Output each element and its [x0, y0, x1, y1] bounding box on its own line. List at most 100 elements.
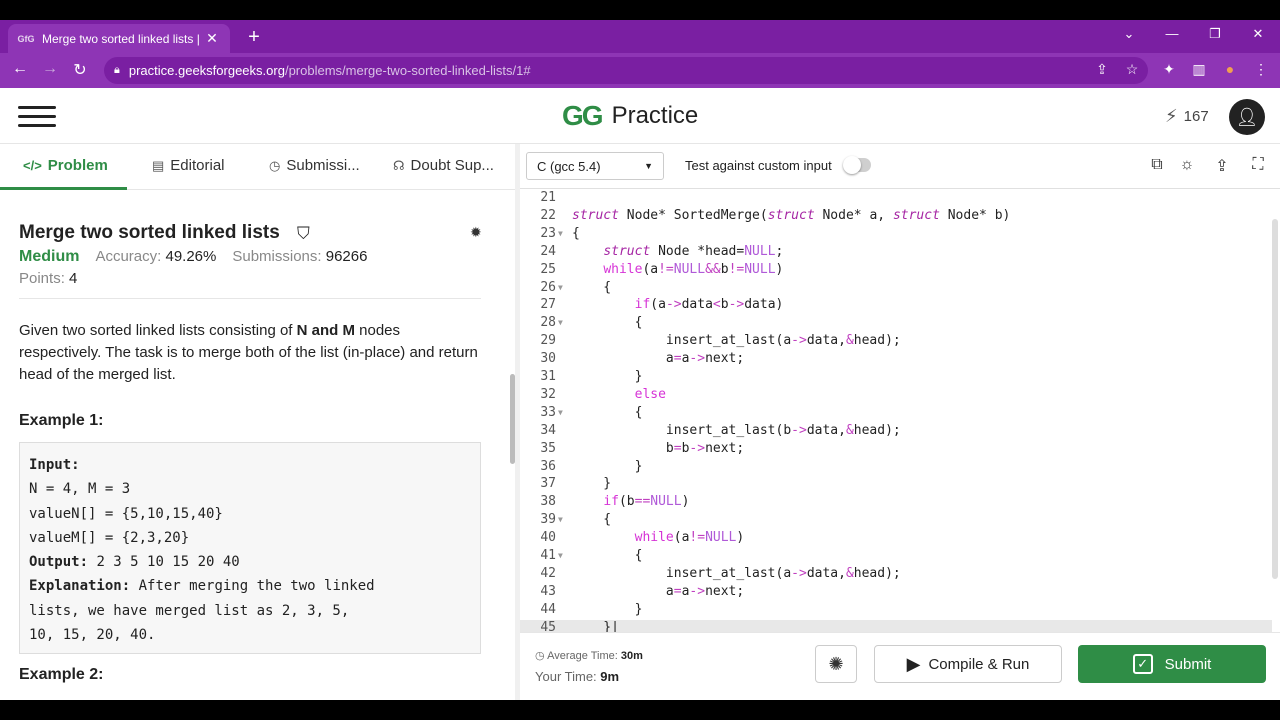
close-tab-icon[interactable]: ✕	[204, 30, 220, 47]
share-icon[interactable]: ⇪	[1092, 61, 1112, 78]
code-text: }|	[572, 619, 619, 632]
line-number: 41	[540, 548, 556, 563]
code-line[interactable]: 27 if(a->data<b->data)	[520, 297, 1272, 315]
custom-input-toggle[interactable]	[843, 156, 871, 174]
report-bug-icon[interactable]: ✹	[470, 224, 482, 241]
hamburger-menu-icon[interactable]	[18, 106, 56, 128]
bookmark-icon[interactable]: ⛉	[297, 224, 310, 244]
line-number: 44	[540, 601, 556, 617]
submit-button[interactable]: ✓ Submit	[1078, 645, 1266, 683]
back-icon[interactable]: ←	[9, 60, 31, 78]
streak-counter[interactable]: ⚡︎ 167	[1165, 106, 1209, 127]
upload-icon[interactable]: ⇪	[1211, 156, 1233, 176]
code-line[interactable]: 23 ▼ {	[520, 226, 1272, 244]
code-text: insert_at_last(b->data,&head);	[572, 422, 901, 438]
browser-tab[interactable]: GfG Merge two sorted linked lists | Pr ✕	[8, 24, 230, 53]
language-select[interactable]: C (gcc 5.4) ▼	[526, 152, 664, 180]
reload-icon[interactable]: ↻	[69, 60, 91, 80]
code-text: while(a!=NULL)	[634, 530, 745, 546]
fold-arrow-icon[interactable]: ▼	[558, 318, 568, 327]
code-line[interactable]: 43 a=a->next;	[520, 584, 1272, 602]
accuracy-value: 49.26%	[165, 248, 217, 265]
letterbox-bottom	[0, 700, 1280, 720]
line-number: 24	[540, 243, 556, 259]
code-line[interactable]: 34 insert_at_last(b->data,&head);	[520, 423, 1272, 441]
fold-arrow-icon[interactable]: ▼	[558, 515, 568, 524]
code-line[interactable]: 32 else	[520, 387, 1272, 405]
code-line[interactable]: 25 while(a!=NULL&&b!=NULL)	[520, 262, 1272, 280]
minimize-icon[interactable]: —	[1160, 26, 1184, 41]
code-line[interactable]: 44 }	[520, 602, 1272, 620]
code-line[interactable]: 26 ▼ {	[520, 280, 1272, 298]
compile-run-button[interactable]: ▶ Compile & Run	[874, 645, 1062, 683]
code-line[interactable]: 36 }	[520, 459, 1272, 477]
code-line[interactable]: 40 while(a!=NULL)	[520, 530, 1272, 548]
code-line[interactable]: 42 insert_at_last(a->data,&head);	[520, 566, 1272, 584]
new-tab-icon[interactable]: +	[242, 26, 266, 49]
browser-toolbar: ← → ↻ 🔒︎ practice.geeksforgeeks.org/prob…	[0, 53, 1280, 88]
line-number: 28	[540, 315, 556, 331]
browser-tab-title: Merge two sorted linked lists | Pr	[42, 31, 204, 46]
extensions-icon[interactable]: ✦	[1159, 61, 1179, 78]
fullscreen-icon[interactable]: ⛶	[1247, 156, 1269, 174]
fold-arrow-icon[interactable]: ▼	[558, 408, 568, 417]
theme-sun-icon[interactable]: ☼	[1176, 156, 1198, 174]
line-number: 39	[540, 512, 556, 528]
problem-title: Merge two sorted linked lists	[19, 222, 280, 243]
url-path: /problems/merge-two-sorted-linked-lists/…	[284, 63, 531, 78]
page: GG Practice ⚡︎ 167 👤︎ </> Problem ▤ Edit…	[0, 88, 1280, 700]
your-time: Your Time: 9m	[535, 669, 620, 684]
code-line[interactable]: 21	[520, 190, 1272, 208]
copy-icon[interactable]: ⧉	[1146, 156, 1168, 174]
code-line[interactable]: 39 ▼ {	[520, 512, 1272, 530]
caret-down-icon: ▼	[644, 161, 653, 171]
code-line[interactable]: 22 struct Node* SortedMerge(struct Node* …	[520, 208, 1272, 226]
code-line[interactable]: 31 }	[520, 369, 1272, 387]
address-bar[interactable]: 🔒︎ practice.geeksforgeeks.org/problems/m…	[104, 57, 1148, 84]
code-line[interactable]: 33 ▼ {	[520, 405, 1272, 423]
tab-editorial[interactable]: ▤ Editorial	[152, 157, 225, 174]
clock-icon: ◷	[269, 157, 281, 173]
close-window-icon[interactable]: ✕	[1246, 26, 1270, 42]
code-editor[interactable]: 21 22 struct Node* SortedMerge(struct Node…	[520, 188, 1280, 632]
tab-search-icon[interactable]: ⌄	[1117, 26, 1141, 42]
code-line[interactable]: 41 ▼ {	[520, 548, 1272, 566]
code-line[interactable]: 45 }|	[520, 619, 1272, 632]
browser-menu-icon[interactable]: ⋮	[1251, 61, 1271, 78]
code-line[interactable]: 35 b=b->next;	[520, 441, 1272, 459]
restore-icon[interactable]: ❐	[1203, 26, 1227, 42]
line-number: 21	[540, 190, 556, 205]
tab-doubt-support[interactable]: ☊ Doubt Sup...	[393, 157, 494, 174]
code-text: if(b==NULL)	[603, 494, 690, 510]
side-panel-icon[interactable]: ▥	[1189, 61, 1209, 78]
code-line[interactable]: 38 if(b==NULL)	[520, 494, 1272, 512]
active-tab-indicator	[0, 187, 127, 190]
code-text: insert_at_last(a->data,&head);	[572, 565, 901, 581]
forward-icon[interactable]: →	[39, 60, 61, 78]
code-line[interactable]: 30 a=a->next;	[520, 351, 1272, 369]
custom-input-label: Test against custom input	[685, 158, 832, 173]
site-logo[interactable]: GG Practice	[562, 100, 698, 132]
gfg-favicon-icon: GfG	[17, 33, 35, 44]
profile-icon[interactable]: ●	[1220, 61, 1240, 77]
url-host: practice.geeksforgeeks.org	[128, 63, 285, 78]
fold-arrow-icon[interactable]: ▼	[558, 283, 568, 292]
code-text: {	[572, 512, 612, 528]
bulb-hint-button[interactable]: ✺	[815, 645, 857, 683]
code-line[interactable]: 24 struct Node *head=NULL;	[520, 244, 1272, 262]
fold-arrow-icon[interactable]: ▼	[558, 229, 568, 238]
editor-scrollbar[interactable]	[1272, 219, 1278, 579]
code-line[interactable]: 29 insert_at_last(a->data,&head);	[520, 333, 1272, 351]
line-number: 33	[540, 404, 556, 420]
line-number: 25	[540, 261, 556, 277]
tab-problem[interactable]: </> Problem	[23, 157, 108, 174]
code-text: }	[572, 476, 612, 492]
code-line[interactable]: 37 }	[520, 476, 1272, 494]
tab-submissions[interactable]: ◷ Submissi...	[269, 157, 360, 174]
fold-arrow-icon[interactable]: ▼	[558, 551, 568, 560]
code-line[interactable]: 28 ▼ {	[520, 315, 1272, 333]
line-number: 27	[540, 297, 556, 313]
document-icon: ▤	[152, 157, 165, 173]
bookmark-star-icon[interactable]: ☆	[1122, 61, 1142, 78]
user-avatar-icon[interactable]: 👤︎	[1229, 99, 1265, 135]
